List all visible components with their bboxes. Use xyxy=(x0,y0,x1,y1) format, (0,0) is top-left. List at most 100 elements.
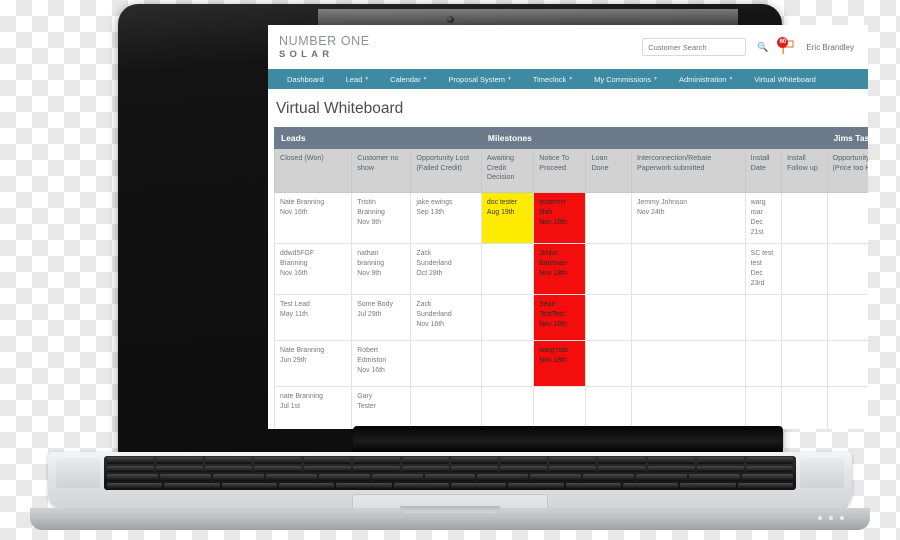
webcam-icon xyxy=(446,16,454,23)
board-cell-empty xyxy=(480,340,535,387)
board-cell-empty xyxy=(826,386,868,429)
board-card-line: May 11th xyxy=(280,311,308,318)
board-card[interactable]: Test Lead May 11th xyxy=(273,294,353,341)
page-title: Virtual Whiteboard xyxy=(276,100,404,117)
nav-item-my-commissions[interactable]: My Commissions ▾ xyxy=(583,69,668,89)
search-input[interactable] xyxy=(648,42,741,52)
board-card-line: Dec xyxy=(750,219,763,226)
board-card-line: Sean xyxy=(539,301,556,308)
nav-item-virtual-whiteboard[interactable]: Virtual Whiteboard xyxy=(743,69,827,89)
board-card[interactable]: Jimbo Bateman Nov 18th xyxy=(533,243,587,295)
board-card[interactable]: Some Body Jul 29th xyxy=(351,294,412,341)
board-card[interactable]: testerrrrr blah Nov 18th xyxy=(533,192,587,244)
keyboard-key xyxy=(205,465,253,472)
board-cell-empty xyxy=(826,192,868,244)
board-card[interactable]: Sean TestTest Nov 18th xyxy=(533,294,587,341)
keyboard-key xyxy=(156,465,204,472)
table-row: ddwd5FGF Branning Nov 16th nathan branning No… xyxy=(273,243,868,295)
board-card[interactable]: nate Branning Jul 1st xyxy=(273,386,353,429)
keyboard-key xyxy=(254,465,302,472)
chevron-down-icon: ▾ xyxy=(508,76,511,82)
lid-chin xyxy=(353,426,783,452)
group-header-jims-task-s: Jims Task's xyxy=(826,127,868,149)
logo-line-2: SOLAR xyxy=(279,48,334,60)
speaker-right xyxy=(800,458,844,488)
board-card[interactable]: Zack Sunderland Nov 16th xyxy=(410,294,482,341)
board-card-line: Test Lead xyxy=(280,301,310,308)
brand-logo[interactable]: NUMBER ONE SOLAR xyxy=(276,35,370,59)
board-card[interactable]: Nate Branning Jun 29th xyxy=(273,340,353,387)
board-card[interactable]: warg roar Nov 18th xyxy=(533,340,587,387)
column-header-3[interactable]: Awaiting Credit Decision xyxy=(480,148,535,193)
keyboard-key xyxy=(156,457,204,464)
nav-item-label: Dashboard xyxy=(287,74,324,84)
nav-item-lead[interactable]: Lead ▾ xyxy=(335,69,379,89)
board-card-line: warg roar xyxy=(539,347,569,354)
board-card[interactable]: SC test test Dec 23rd xyxy=(744,243,783,295)
keyboard-key xyxy=(107,465,155,472)
column-header-9[interactable]: Opportunity Lost (Price too High) xyxy=(826,148,868,193)
board-card-line: 23rd xyxy=(750,280,765,287)
board-card[interactable]: warg roar Dec 21st xyxy=(744,192,783,244)
board-card[interactable]: Jemmy Johnson Nov 24th xyxy=(630,192,746,244)
nav-item-dashboard[interactable]: Dashboard xyxy=(276,69,335,89)
keyboard-key xyxy=(598,457,646,464)
board-card[interactable]: nathan branning Nov 9th xyxy=(351,243,412,295)
board-card-line: branning xyxy=(357,260,385,267)
keyboard-key xyxy=(254,457,302,464)
nav-item-label: Timeclock xyxy=(532,74,567,84)
keyboard-key xyxy=(159,474,211,481)
keyboard-key xyxy=(401,465,449,472)
board-card-line: Nov 18th xyxy=(539,219,567,226)
column-header-0[interactable]: Closed (Won) xyxy=(273,148,353,193)
keyboard-key xyxy=(500,457,548,464)
board-card-line: Sunderland xyxy=(416,260,452,267)
nav-item-calendar[interactable]: Calendar ▾ xyxy=(379,69,437,89)
keyboard-row xyxy=(104,465,796,474)
column-header-2[interactable]: Opportunity Lost (Failed Credit) xyxy=(410,148,482,193)
user-name[interactable]: Eric Brandley xyxy=(806,43,858,52)
board-card[interactable]: ddwd5FGF Branning Nov 16th xyxy=(273,243,353,295)
board-card-line: Tester xyxy=(357,403,377,410)
nav-item-administration[interactable]: Administration ▾ xyxy=(668,69,743,89)
board-card[interactable]: Tristin Branning Nov 9th xyxy=(351,192,412,244)
keyboard-key xyxy=(565,482,621,489)
keyboard-key xyxy=(303,465,351,472)
board-card-line: Tristin xyxy=(357,199,376,206)
group-header-row: LeadsMilestonesJims Task's xyxy=(274,127,868,149)
board-card-line: Nov 9th xyxy=(357,270,382,277)
column-header-8[interactable]: Install Follow up xyxy=(781,148,828,193)
column-header-6[interactable]: Interconnection/Rebate Paperwork submitt… xyxy=(630,148,746,193)
board-cell-empty xyxy=(585,294,632,341)
column-header-1[interactable]: Customer no show xyxy=(351,148,412,193)
nav-item-label: Calendar xyxy=(390,74,421,84)
logo-line-1: NUMBER ONE xyxy=(279,34,370,48)
keyboard-key xyxy=(303,457,351,464)
search-icon[interactable]: 🔍 xyxy=(757,42,768,53)
keyboard-key xyxy=(636,474,688,481)
board-card[interactable]: jake ewings Sep 13th xyxy=(410,192,482,244)
search-box[interactable] xyxy=(642,38,747,56)
nav-item-proposal-system[interactable]: Proposal System ▾ xyxy=(437,69,521,89)
column-header-4[interactable]: Notice To Proceed xyxy=(533,148,587,193)
notifications-button[interactable]: 60 xyxy=(777,37,797,57)
column-header-7[interactable]: Install Date xyxy=(744,148,783,193)
board-card[interactable]: Zack Sunderland Oct 28th xyxy=(410,243,482,295)
board-card-line: Nov 24th xyxy=(636,209,665,216)
column-header-5[interactable]: Loan Done xyxy=(585,148,632,193)
board-card[interactable]: Nate Branning Nov 16th xyxy=(273,192,353,244)
header-right: 🔍 60 Eric Brandley xyxy=(642,37,858,57)
board-card[interactable]: doc tester Aug 19th xyxy=(480,192,535,244)
indicator-dots xyxy=(818,516,844,520)
board-card[interactable]: Robert Edmiston Nov 16th xyxy=(351,340,412,387)
board-card-line: Nov 9th xyxy=(357,219,382,226)
board-cell-empty xyxy=(630,243,746,295)
keyboard-key xyxy=(696,457,744,464)
main-navigation: Dashboard Lead ▾ Calendar ▾ Proposal System ▾ T… xyxy=(268,69,868,89)
board-card[interactable]: Gary Tester xyxy=(351,386,412,429)
keyboard-key xyxy=(107,457,155,464)
nav-item-timeclock[interactable]: Timeclock ▾ xyxy=(522,69,583,89)
keyboard-key xyxy=(265,474,317,481)
column-header-row: Closed (Won) Customer no show Opportunity … xyxy=(273,148,868,193)
nav-item-label: Administration xyxy=(678,74,727,84)
